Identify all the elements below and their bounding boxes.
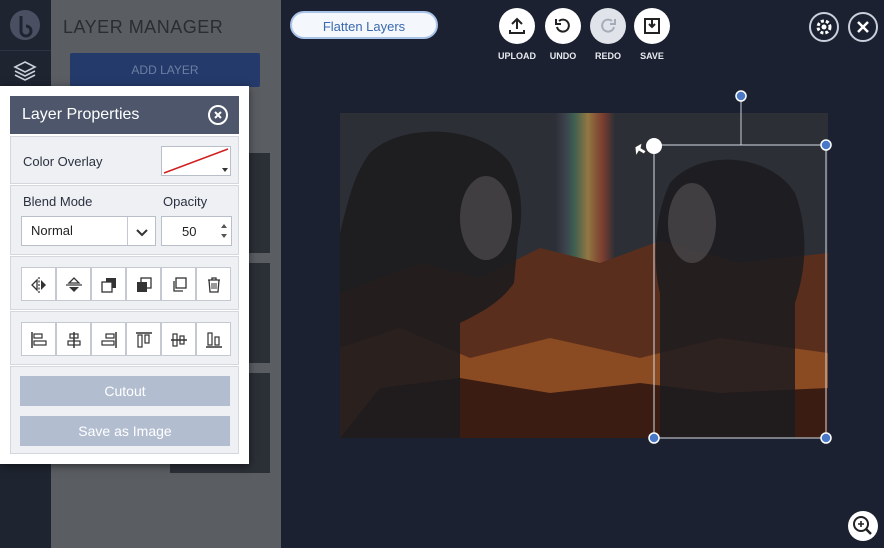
upload-button[interactable]	[499, 8, 535, 44]
layers-icon[interactable]	[12, 58, 38, 84]
undo-icon	[555, 18, 570, 33]
opacity-input[interactable]: 50	[161, 216, 232, 246]
layer-properties-panel: Layer Properties Color Overlay Blend Mod…	[0, 86, 249, 464]
layer-properties-header: Layer Properties	[10, 96, 239, 134]
color-overlay-label: Color Overlay	[23, 154, 103, 169]
stepper-icon[interactable]	[219, 221, 229, 241]
align-center-vertical-button[interactable]	[161, 322, 196, 356]
align-bottom-button[interactable]	[196, 322, 231, 356]
no-color-icon	[163, 148, 229, 174]
close-icon	[214, 111, 222, 119]
cutout-button[interactable]: Cutout	[20, 376, 230, 406]
duplicate-icon	[173, 277, 187, 292]
align-left-icon	[31, 332, 47, 348]
undo-label: UNDO	[549, 51, 577, 61]
flip-horizontal-button[interactable]	[21, 267, 56, 301]
transform-tools-row	[10, 256, 239, 310]
align-center-horizontal-icon	[67, 332, 81, 348]
gear-icon	[816, 19, 832, 35]
save-icon	[644, 18, 660, 34]
align-center-vertical-icon	[171, 333, 187, 347]
align-right-icon	[101, 332, 117, 348]
blend-opacity-row: Blend Mode Normal Opacity 50	[10, 185, 239, 255]
delete-icon	[208, 277, 220, 293]
align-tools-row	[10, 311, 239, 365]
save-label: SAVE	[640, 51, 664, 61]
flip-horizontal-icon	[31, 277, 46, 293]
flip-vertical-icon	[66, 277, 82, 292]
flatten-layers-button[interactable]: Flatten Layers	[290, 11, 438, 39]
align-top-icon	[136, 332, 152, 348]
color-overlay-row: Color Overlay	[10, 136, 239, 184]
send-backward-button[interactable]	[126, 267, 161, 301]
color-overlay-swatch[interactable]	[161, 146, 231, 176]
duplicate-button[interactable]	[161, 267, 196, 301]
redo-button[interactable]	[590, 8, 626, 44]
align-bottom-icon	[206, 332, 222, 348]
bring-forward-icon	[101, 278, 116, 293]
app-logo	[10, 10, 40, 40]
upload-label: UPLOAD	[498, 51, 536, 61]
bring-forward-button[interactable]	[91, 267, 126, 301]
save-as-image-button[interactable]: Save as Image	[20, 416, 230, 446]
blend-mode-label: Blend Mode	[23, 194, 93, 209]
align-center-horizontal-button[interactable]	[56, 322, 91, 356]
settings-button[interactable]	[809, 12, 839, 42]
chevron-down-icon	[136, 229, 148, 237]
rail-divider	[0, 50, 51, 51]
align-right-button[interactable]	[91, 322, 126, 356]
undo-button[interactable]	[545, 8, 581, 44]
close-app-button[interactable]	[848, 12, 878, 42]
zoom-button[interactable]	[848, 511, 878, 541]
save-button[interactable]	[634, 8, 670, 44]
align-top-button[interactable]	[126, 322, 161, 356]
blend-mode-value: Normal	[31, 223, 73, 238]
flip-vertical-button[interactable]	[56, 267, 91, 301]
layer-properties-title: Layer Properties	[22, 106, 140, 123]
opacity-value: 50	[182, 224, 197, 239]
layer-manager-title: LAYER MANAGER	[63, 17, 224, 37]
redo-label: REDO	[594, 51, 621, 61]
close-panel-button[interactable]	[208, 105, 228, 125]
opacity-label: Opacity	[163, 194, 208, 209]
zoom-in-icon	[853, 516, 872, 535]
close-icon	[857, 21, 869, 33]
add-layer-button[interactable]: ADD LAYER	[70, 53, 260, 87]
align-left-button[interactable]	[21, 322, 56, 356]
upload-icon	[509, 17, 525, 34]
blend-mode-select[interactable]: Normal	[21, 216, 156, 246]
delete-button[interactable]	[196, 267, 231, 301]
redo-icon	[601, 18, 616, 33]
send-backward-icon	[137, 277, 152, 292]
selection-box[interactable]	[620, 85, 840, 450]
select-divider	[127, 217, 128, 245]
